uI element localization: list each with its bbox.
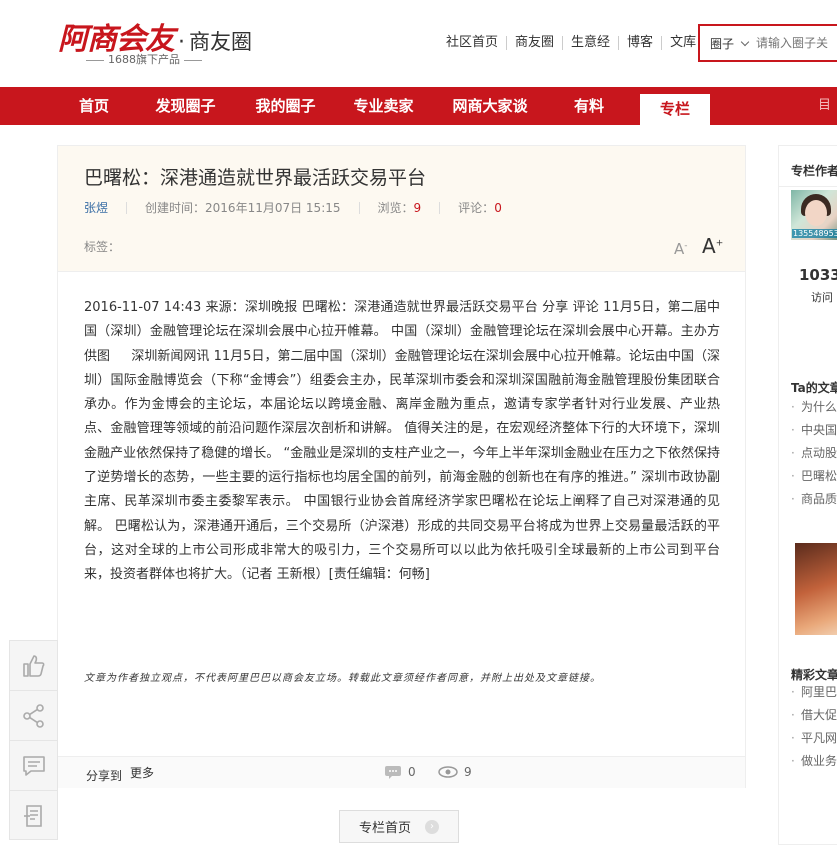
share-more-link[interactable]: 更多 — [130, 764, 154, 781]
top-link-blog[interactable]: 博客 — [618, 36, 661, 50]
article-header: 巴曙松：深港通造就世界最活跃交易平台 张煜 创建时间：2016年11月07日 1… — [58, 146, 745, 272]
avatar-phone-text: 13554895399 — [792, 229, 837, 238]
top-link-business[interactable]: 生意经 — [562, 36, 618, 50]
footer-view-stat: 9 — [438, 765, 472, 779]
article-disclaimer: 文章为作者独立观点，不代表阿里巴巴以商会友立场。转载此文章须经作者同意，并附上出… — [84, 673, 601, 684]
search-scope-label: 圈子 — [710, 36, 735, 51]
footer-view-count: 9 — [464, 765, 472, 779]
font-small-glyph: A — [674, 240, 685, 258]
nav-item-discover[interactable]: 发现圈子 — [143, 87, 228, 125]
chat-icon — [22, 755, 45, 776]
list-item[interactable]: 做业务 — [789, 750, 837, 773]
created-label: 创建时间： — [145, 201, 206, 215]
article-card: 巴曙松：深港通造就世界最活跃交易平台 张煜 创建时间：2016年11月07日 1… — [57, 145, 746, 788]
arrow-right-icon: › — [425, 819, 439, 834]
article-comments: 评论：0 — [439, 202, 520, 214]
top-links: 社区首页 商友圈 生意经 博客 文库 — [438, 36, 704, 50]
search-scope-select[interactable]: 圈子 — [700, 35, 756, 52]
column-home-label: 专栏首页 — [358, 821, 411, 836]
sidebar-divider — [779, 186, 837, 187]
list-item[interactable]: 商品质 — [789, 488, 837, 511]
author-articles-title: Ta的文章 — [791, 381, 837, 395]
visit-count: 1033 — [799, 266, 837, 284]
nav-item-youliao[interactable]: 有料 — [554, 87, 624, 125]
views-value: 9 — [413, 201, 422, 215]
thumbs-up-icon — [22, 654, 44, 677]
main-nav: 首页 发现圈子 我的圈子 专业卖家 网商大家谈 有料 专栏 目 — [0, 87, 837, 125]
list-item[interactable]: 中央国 — [789, 419, 837, 442]
like-button[interactable] — [10, 641, 57, 691]
nav-item-pro-sellers[interactable]: 专业卖家 — [341, 87, 426, 125]
comment-button[interactable] — [10, 741, 57, 791]
logo-tagline: 1688旗下产品 — [82, 51, 206, 67]
top-link-community-home[interactable]: 社区首页 — [438, 36, 506, 50]
article-created: 创建时间：2016年11月07日 15:15 — [126, 202, 359, 214]
list-item[interactable]: 巴曙松 — [789, 465, 837, 488]
article-tags-label: 标签： — [84, 240, 121, 254]
comments-value: 0 — [494, 201, 502, 215]
comments-label: 评论： — [458, 201, 495, 215]
nav-item-home[interactable]: 首页 — [58, 87, 130, 125]
nav-right-text[interactable]: 目 — [818, 87, 831, 125]
list-item[interactable]: 点动股 — [789, 442, 837, 465]
column-home-button[interactable]: 专栏首页 › — [339, 810, 459, 843]
font-increase-button[interactable]: A+ — [702, 234, 723, 258]
font-decrease-button[interactable]: A- — [674, 240, 688, 258]
comment-icon — [385, 766, 401, 779]
article-meta: 张煜 创建时间：2016年11月07日 15:15 浏览：9 评论：0 — [84, 202, 520, 214]
list-item[interactable]: 平凡网 — [789, 727, 837, 750]
top-link-circle[interactable]: 商友圈 — [506, 36, 562, 50]
visit-label: 访问 — [811, 291, 833, 304]
document-edit-icon — [23, 805, 42, 827]
search-input[interactable] — [756, 36, 837, 50]
floating-toolbar — [9, 640, 58, 840]
search-box: 圈子 — [698, 24, 837, 62]
feedback-button[interactable] — [10, 791, 57, 841]
font-large-glyph: A — [702, 234, 716, 258]
list-item[interactable]: 为什么 — [789, 396, 837, 419]
article-views: 浏览：9 — [358, 201, 440, 215]
footer-comment-count: 0 — [408, 765, 416, 779]
share-label: 分享到 — [86, 769, 123, 783]
list-item[interactable]: 阿里巴 — [789, 681, 837, 704]
article-body: 2016-11-07 14:43 来源：深圳晚报 巴曙松：深港通造就世界最活跃交… — [84, 300, 720, 583]
article-title: 巴曙松：深港通造就世界最活跃交易平台 — [84, 167, 427, 189]
footer-comment-stat[interactable]: 0 — [384, 765, 416, 779]
sidebar-banner-image[interactable] — [795, 543, 837, 635]
featured-articles-list: 阿里巴 借大促 平凡网 做业务 — [789, 681, 837, 773]
nav-item-my-circles[interactable]: 我的圈子 — [243, 87, 328, 125]
views-label: 浏览： — [377, 201, 414, 215]
nav-item-discussion[interactable]: 网商大家谈 — [440, 87, 540, 125]
site-header: 阿商会友 · 商友圈 1688旗下产品 社区首页 商友圈 生意经 博客 文库 圈… — [0, 0, 837, 86]
eye-icon — [438, 766, 458, 778]
list-item[interactable]: 借大促 — [789, 704, 837, 727]
created-value: 2016年11月07日 15:15 — [205, 201, 341, 215]
sidebar-heading: 专栏作者 — [791, 164, 837, 178]
article-author[interactable]: 张煜 — [84, 202, 126, 214]
share-icon — [22, 703, 44, 728]
author-articles-list: 为什么 中央国 点动股 巴曙松 商品质 — [789, 396, 837, 511]
chevron-down-icon — [740, 37, 750, 46]
nav-item-column[interactable]: 专栏 — [640, 94, 710, 125]
article-footer: 分享到 更多 0 9 — [58, 756, 745, 788]
share-button[interactable] — [10, 691, 57, 741]
right-sidebar: 专栏作者 13554895399 1033 访问 Ta的文章 为什么 中央国 点… — [778, 145, 837, 845]
